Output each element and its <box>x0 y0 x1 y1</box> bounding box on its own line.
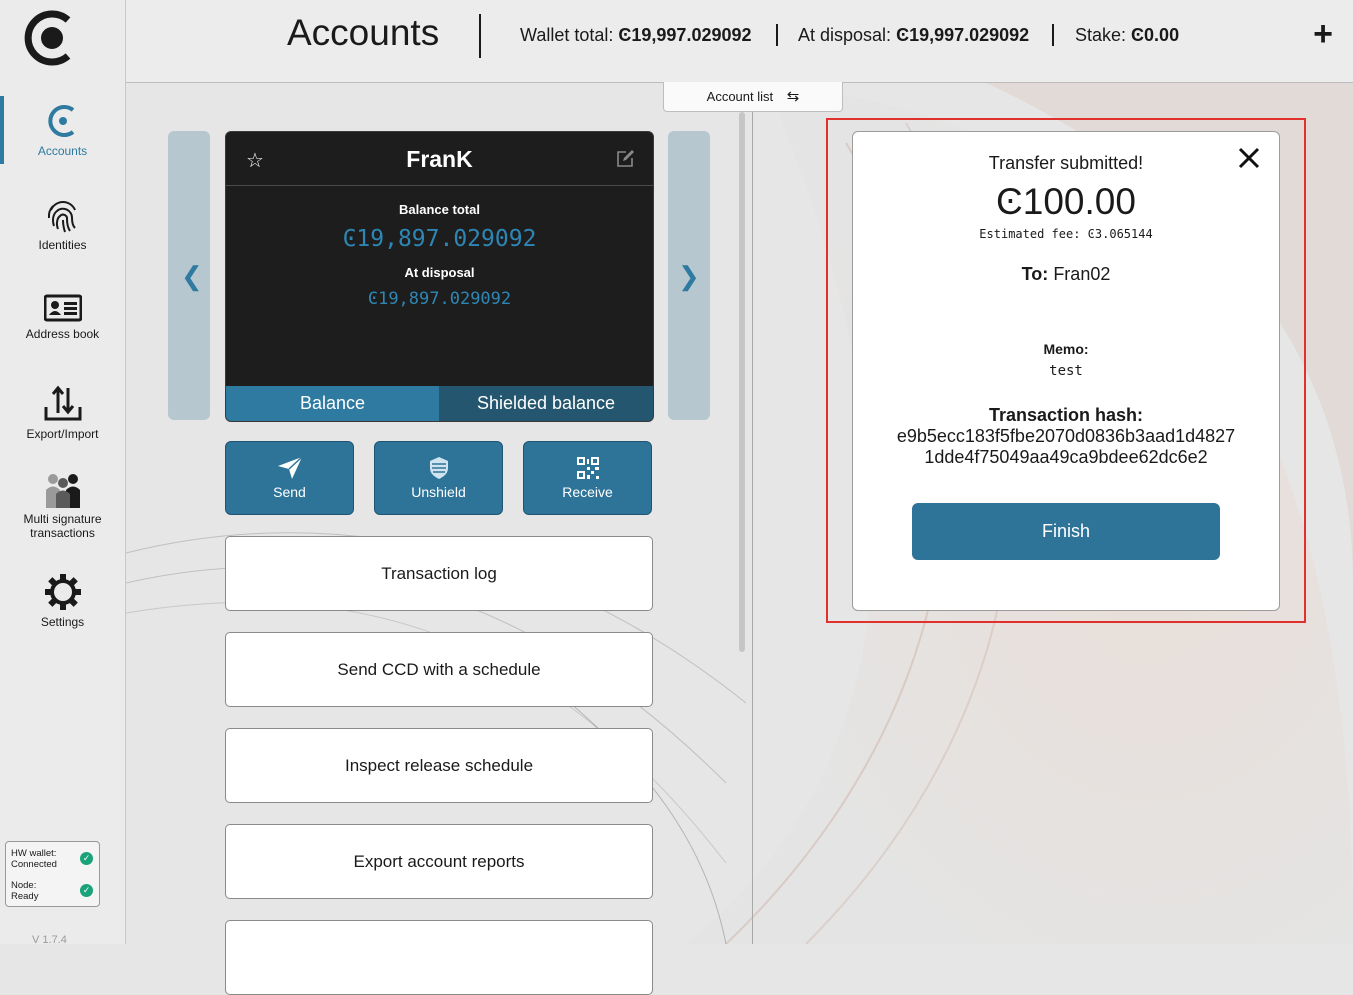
transaction-hash-line: e9b5ecc183f5fbe2070d0836b3aad1d4827 <box>896 426 1236 446</box>
sidebar-item-label: Settings <box>40 615 85 629</box>
node-value: Ready <box>11 891 39 902</box>
stake: Stake: Ͼ0.00 <box>1075 25 1179 46</box>
chevron-right-icon: ❯ <box>678 261 700 291</box>
transaction-hash-line: 1dde4f75049aa49ca9bdee62dc6e2 <box>924 447 1208 467</box>
recipient-label: To: <box>1021 264 1049 284</box>
export-import-icon <box>44 385 81 421</box>
inspect-release-schedule-button[interactable]: Inspect release schedule <box>225 728 653 803</box>
wallet-total-label: Wallet total: <box>520 25 614 45</box>
balance-total-value: Ͼ19,897.029092 <box>342 226 537 252</box>
recipient-value: Fran02 <box>1053 264 1111 284</box>
at-disposal-label: At disposal <box>404 265 475 280</box>
memo-label: Memo: <box>1043 341 1089 357</box>
check-icon: ✓ <box>80 884 93 897</box>
sidebar-item-identities[interactable]: Identities <box>0 196 125 252</box>
header-divider <box>776 24 778 46</box>
node-label: Node: <box>11 880 37 891</box>
sidebar-item-accounts[interactable]: Accounts <box>0 96 125 164</box>
estimated-fee: Estimated fee: Ͼ3.065144 <box>979 227 1153 241</box>
transfer-amount: Ͼ100.00 <box>996 181 1136 222</box>
send-button[interactable]: Send <box>225 441 354 515</box>
sidebar-item-label: Accounts <box>37 144 88 158</box>
sidebar-item-export-import[interactable]: Export/Import <box>0 385 125 441</box>
at-disposal-value: Ͼ19,997.029092 <box>896 25 1030 45</box>
unshield-button[interactable]: Unshield <box>374 441 503 515</box>
edit-icon[interactable] <box>616 150 635 168</box>
at-disposal: At disposal: Ͼ19,997.029092 <box>798 25 1029 46</box>
tab-shielded-balance[interactable]: Shielded balance <box>439 386 653 421</box>
receive-label: Receive <box>562 484 613 500</box>
account-card-header: ☆ FranK <box>226 132 653 186</box>
transaction-hash-label: Transaction hash: <box>988 405 1144 425</box>
sidebar-item-settings[interactable]: Settings <box>0 573 125 629</box>
stake-value: Ͼ0.00 <box>1131 25 1180 45</box>
sidebar-item-label: Export/Import <box>26 427 99 441</box>
dialog-title: Transfer submitted! <box>988 153 1144 173</box>
transfer-submitted-dialog: Transfer submitted! Ͼ100.00 Estimated fe… <box>852 131 1280 611</box>
list-item[interactable] <box>225 920 653 995</box>
column-divider <box>752 112 753 944</box>
sidebar: Accounts Identities Address book Export/… <box>0 0 126 946</box>
gear-icon <box>44 574 81 610</box>
app-version: V 1.7.4 <box>32 934 67 946</box>
memo-value: test <box>1049 363 1083 379</box>
finish-button[interactable]: Finish <box>912 503 1220 560</box>
wallet-total: Wallet total: Ͼ19,997.029092 <box>520 25 752 46</box>
unshield-icon <box>429 457 448 479</box>
balance-tabs: Balance Shielded balance <box>226 386 653 421</box>
sidebar-item-label: Identities <box>38 238 87 252</box>
swap-arrows-icon: ⇆ <box>786 88 800 105</box>
next-account-button[interactable]: ❯ <box>668 131 710 420</box>
concordium-logo <box>24 10 71 66</box>
top-header: Accounts Wallet total: Ͼ19,997.029092 At… <box>126 0 1353 83</box>
at-disposal-label: At disposal: <box>798 25 892 45</box>
account-list-label: Account list <box>706 89 774 104</box>
hw-wallet-value: Connected <box>11 859 57 870</box>
concordium-accounts-icon <box>47 105 74 137</box>
hw-wallet-label: HW wallet: <box>11 848 57 859</box>
chevron-left-icon: ❮ <box>181 261 203 291</box>
balance-total-label: Balance total <box>399 202 480 217</box>
sidebar-item-label: Multi signature transactions <box>23 512 102 540</box>
at-disposal-value: Ͼ19,897.029092 <box>367 289 512 309</box>
check-icon: ✓ <box>80 852 93 865</box>
header-divider <box>479 14 481 58</box>
scrollbar[interactable] <box>739 112 745 652</box>
address-card-icon <box>43 294 82 322</box>
send-ccd-schedule-button[interactable]: Send CCD with a schedule <box>225 632 653 707</box>
multi-user-icon <box>45 474 80 508</box>
header-divider <box>1052 24 1054 46</box>
account-name: FranK <box>406 146 473 172</box>
stake-label: Stake: <box>1075 25 1127 45</box>
receive-button[interactable]: Receive <box>523 441 652 515</box>
fingerprint-icon <box>47 201 76 233</box>
sidebar-item-multi-signature[interactable]: Multi signature transactions <box>0 472 125 540</box>
connection-status: HW wallet: Connected ✓ Node: Ready ✓ <box>5 841 100 907</box>
qr-code-icon <box>576 457 599 479</box>
previous-account-button[interactable]: ❮ <box>168 131 210 420</box>
send-icon <box>277 456 303 479</box>
transaction-hash: e9b5ecc183f5fbe2070d0836b3aad1d4827 1dde… <box>873 426 1259 468</box>
add-account-button[interactable]: + <box>1313 16 1333 52</box>
sidebar-item-label: Address book <box>25 327 100 341</box>
recipient: To: Fran02 <box>853 264 1279 285</box>
tab-balance[interactable]: Balance <box>226 386 439 421</box>
account-card: ☆ FranK Balance total Ͼ19,897.029092 At … <box>225 131 654 422</box>
wallet-total-value: Ͼ19,997.029092 <box>618 25 752 45</box>
sidebar-item-address-book[interactable]: Address book <box>0 293 125 341</box>
unshield-label: Unshield <box>411 484 466 500</box>
send-label: Send <box>273 484 306 500</box>
page-title: Accounts <box>287 12 440 53</box>
export-account-reports-button[interactable]: Export account reports <box>225 824 653 899</box>
account-list-tab[interactable]: Account list ⇆ <box>663 82 843 112</box>
transaction-log-button[interactable]: Transaction log <box>225 536 653 611</box>
